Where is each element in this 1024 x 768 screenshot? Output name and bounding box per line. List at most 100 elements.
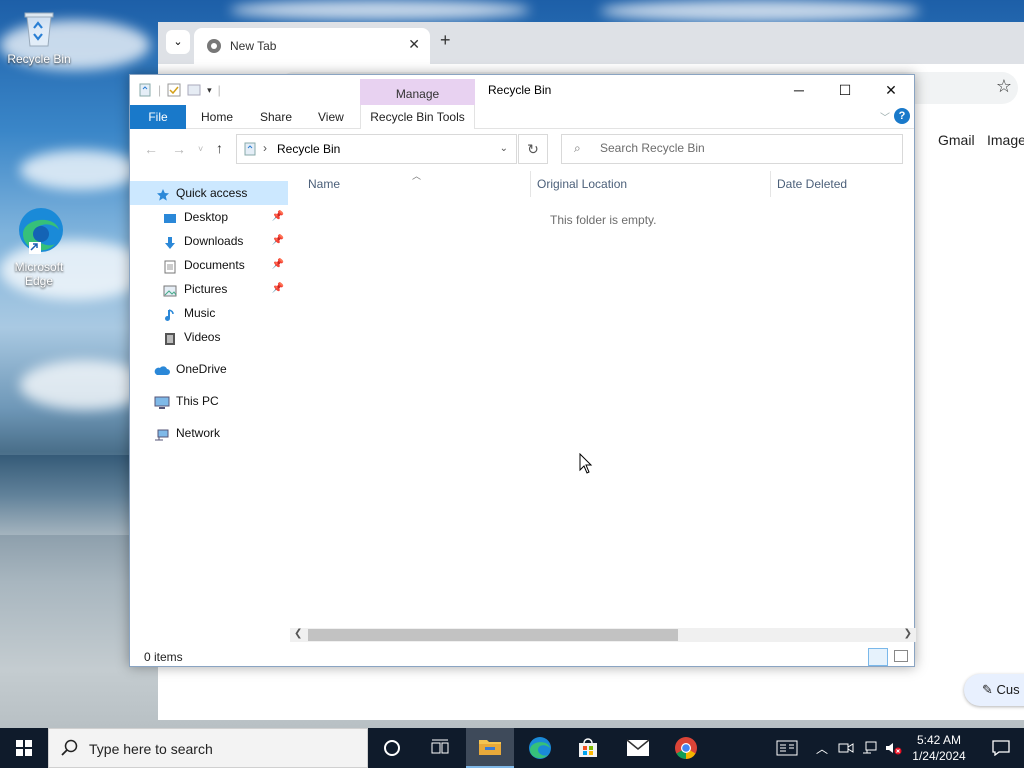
quick-access-toolbar: | ▾ | <box>138 83 221 97</box>
sidebar-item-videos[interactable]: Videos <box>130 325 288 349</box>
column-header-original-location[interactable]: Original Location <box>537 177 627 191</box>
sidebar-item-quick-access[interactable]: Quick access <box>130 181 288 205</box>
recent-locations-icon[interactable]: ˅ <box>198 144 203 154</box>
sidebar-item-label: Videos <box>184 330 221 344</box>
sidebar-item-this-pc[interactable]: This PC <box>130 389 288 413</box>
action-center-button[interactable] <box>978 728 1024 768</box>
scroll-left-icon[interactable]: ❮ <box>294 628 302 639</box>
desktop-icon-label: Microsoft Edge <box>14 260 64 288</box>
maximize-button[interactable]: ☐ <box>822 75 868 105</box>
manage-tab[interactable]: Manage <box>360 79 475 105</box>
pin-icon[interactable]: 📌 <box>272 229 284 253</box>
pin-icon[interactable]: 📌 <box>272 277 284 301</box>
file-explorer-taskbar-button[interactable] <box>466 728 514 768</box>
sidebar-item-label: Documents <box>184 258 245 272</box>
scroll-right-icon[interactable]: ❯ <box>904 628 912 639</box>
mail-taskbar-button[interactable] <box>614 728 662 768</box>
edge-icon <box>529 737 551 759</box>
cloud <box>20 150 140 190</box>
tab-bar: ⌄ New Tab ✕ + <box>158 22 1024 64</box>
desktop-icon-microsoft-edge[interactable]: Microsoft Edge <box>1 204 77 288</box>
forward-arrow-icon[interactable]: → <box>172 141 186 157</box>
back-arrow-icon[interactable]: ← <box>144 141 158 157</box>
network-status-icon[interactable] <box>860 728 880 768</box>
navigation-pane: Quick access Desktop 📌 Downloads 📌 Docum… <box>130 169 290 639</box>
start-button[interactable] <box>0 728 48 768</box>
up-arrow-icon[interactable]: ↑ <box>216 140 223 156</box>
chevron-down-icon[interactable]: ⌄ <box>500 143 508 154</box>
cloud <box>230 0 530 20</box>
store-taskbar-button[interactable] <box>564 728 612 768</box>
notification-icon <box>992 740 1010 756</box>
expand-ribbon-icon[interactable]: ﹀ <box>880 109 890 124</box>
sidebar-item-downloads[interactable]: Downloads 📌 <box>130 229 288 253</box>
sidebar-item-label: Network <box>176 426 221 440</box>
pin-icon[interactable]: 📌 <box>272 253 284 277</box>
sidebar-item-onedrive[interactable]: OneDrive <box>130 357 288 381</box>
cortana-icon <box>384 740 400 756</box>
tab-view[interactable]: View <box>318 105 344 129</box>
cloud <box>600 0 920 22</box>
search-icon: ⌕ <box>574 141 581 155</box>
chrome-taskbar-button[interactable] <box>662 728 710 768</box>
tab-recycle-bin-tools[interactable]: Recycle Bin Tools <box>360 105 475 129</box>
scrollbar-thumb[interactable] <box>308 629 678 641</box>
breadcrumb-chevron-icon[interactable]: › <box>263 141 267 155</box>
tab-search-button[interactable]: ⌄ <box>166 30 190 54</box>
column-divider[interactable] <box>770 171 771 197</box>
column-divider[interactable] <box>530 171 531 197</box>
onedrive-icon <box>154 362 170 386</box>
new-folder-icon[interactable] <box>187 83 201 97</box>
new-tab-button[interactable]: + <box>440 30 451 51</box>
show-hidden-icons-icon[interactable]: ︿ <box>812 728 832 768</box>
properties-icon[interactable] <box>167 83 181 97</box>
help-icon[interactable]: ? <box>894 108 910 124</box>
mouse-cursor-icon <box>579 453 593 474</box>
ribbon-tabs: File Home Share View Recycle Bin Tools ﹀… <box>130 105 914 129</box>
address-bar[interactable]: › Recycle Bin ⌄ <box>236 134 517 164</box>
tab-share[interactable]: Share <box>260 105 292 129</box>
customize-qat-icon[interactable]: ▾ <box>207 85 212 96</box>
column-header-name[interactable]: Name <box>308 177 340 191</box>
tab-new-tab[interactable]: New Tab ✕ <box>194 28 430 64</box>
pin-icon[interactable]: 📌 <box>272 205 284 229</box>
search-input[interactable] <box>600 141 890 155</box>
images-link[interactable]: Images <box>987 132 1024 148</box>
close-button[interactable]: ✕ <box>868 75 914 105</box>
volume-muted-icon[interactable] <box>884 728 904 768</box>
clock-date: 1/24/2024 <box>912 749 966 763</box>
sidebar-item-documents[interactable]: Documents 📌 <box>130 253 288 277</box>
details-view-icon[interactable] <box>868 648 888 666</box>
sidebar-item-pictures[interactable]: Pictures 📌 <box>130 277 288 301</box>
customize-chrome-button[interactable]: ✎ Cus <box>964 674 1024 706</box>
horizontal-scrollbar[interactable]: ❮ ❯ <box>290 628 916 642</box>
breadcrumb[interactable]: Recycle Bin <box>277 142 340 156</box>
meet-now-icon[interactable] <box>836 728 856 768</box>
search-box[interactable]: ⌕ <box>561 134 903 164</box>
edge-icon <box>19 208 63 254</box>
task-view-button[interactable] <box>416 728 464 768</box>
close-tab-icon[interactable]: ✕ <box>408 36 420 53</box>
news-widget-icon[interactable] <box>770 728 804 768</box>
sidebar-item-desktop[interactable]: Desktop 📌 <box>130 205 288 229</box>
large-icons-view-icon[interactable] <box>894 650 908 662</box>
gmail-link[interactable]: Gmail <box>938 132 975 148</box>
file-tab[interactable]: File <box>130 105 186 129</box>
cortana-button[interactable] <box>368 728 416 768</box>
minimize-button[interactable]: ─ <box>776 75 822 105</box>
sidebar-item-network[interactable]: Network <box>130 421 288 445</box>
computer-icon <box>154 394 170 418</box>
refresh-button[interactable]: ↻ <box>518 134 548 164</box>
bookmark-star-icon[interactable]: ☆ <box>996 76 1012 97</box>
column-header-date-deleted[interactable]: Date Deleted <box>777 177 847 191</box>
windows-logo-icon <box>16 740 32 756</box>
window-title: Recycle Bin <box>488 83 552 97</box>
desktop-icon-recycle-bin[interactable]: Recycle Bin <box>1 8 77 66</box>
task-view-icon <box>431 739 449 754</box>
item-count: 0 items <box>144 650 183 664</box>
taskbar-search-box[interactable]: Type here to search <box>48 728 368 768</box>
system-clock[interactable]: 5:42 AM 1/24/2024 <box>906 732 972 764</box>
sidebar-item-music[interactable]: Music <box>130 301 288 325</box>
edge-taskbar-button[interactable] <box>516 728 564 768</box>
tab-home[interactable]: Home <box>201 105 233 129</box>
